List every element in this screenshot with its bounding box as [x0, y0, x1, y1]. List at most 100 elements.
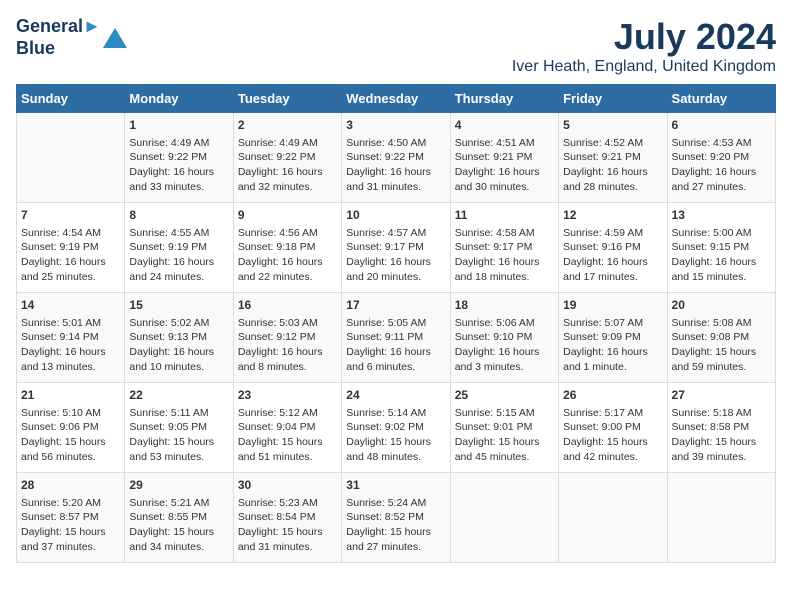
day-info: Sunrise: 5:03 AM Sunset: 9:12 PM Dayligh… [238, 316, 337, 375]
day-info: Sunrise: 5:20 AM Sunset: 8:57 PM Dayligh… [21, 496, 120, 555]
day-info: Sunrise: 4:56 AM Sunset: 9:18 PM Dayligh… [238, 226, 337, 285]
calendar-cell: 26 Sunrise: 5:17 AM Sunset: 9:00 PM Dayli… [559, 383, 667, 473]
calendar-cell: 23 Sunrise: 5:12 AM Sunset: 9:04 PM Dayli… [233, 383, 341, 473]
day-number: 26 [563, 387, 662, 404]
day-info: Sunrise: 5:00 AM Sunset: 9:15 PM Dayligh… [672, 226, 771, 285]
day-number: 9 [238, 207, 337, 224]
day-number: 2 [238, 117, 337, 134]
day-number: 23 [238, 387, 337, 404]
week-row-3: 14Sunrise: 5:01 AM Sunset: 9:14 PM Dayli… [17, 293, 776, 383]
week-row-1: 1 Sunrise: 4:49 AM Sunset: 9:22 PM Daylig… [17, 113, 776, 203]
day-number: 12 [563, 207, 662, 224]
day-info: Sunrise: 4:49 AM Sunset: 9:22 PM Dayligh… [238, 136, 337, 195]
day-info: Sunrise: 5:14 AM Sunset: 9:02 PM Dayligh… [346, 406, 445, 465]
day-info: Sunrise: 5:12 AM Sunset: 9:04 PM Dayligh… [238, 406, 337, 465]
day-info: Sunrise: 4:50 AM Sunset: 9:22 PM Dayligh… [346, 136, 445, 195]
day-number: 7 [21, 207, 120, 224]
day-number: 31 [346, 477, 445, 494]
day-info: Sunrise: 4:53 AM Sunset: 9:20 PM Dayligh… [672, 136, 771, 195]
day-info: Sunrise: 4:49 AM Sunset: 9:22 PM Dayligh… [129, 136, 228, 195]
day-info: Sunrise: 5:02 AM Sunset: 9:13 PM Dayligh… [129, 316, 228, 375]
calendar-cell: 27 Sunrise: 5:18 AM Sunset: 8:58 PM Dayli… [667, 383, 775, 473]
calendar-cell: 21Sunrise: 5:10 AM Sunset: 9:06 PM Dayli… [17, 383, 125, 473]
header-cell-friday: Friday [559, 85, 667, 113]
day-number: 30 [238, 477, 337, 494]
day-number: 27 [672, 387, 771, 404]
week-row-4: 21Sunrise: 5:10 AM Sunset: 9:06 PM Dayli… [17, 383, 776, 473]
calendar-cell: 19Sunrise: 5:07 AM Sunset: 9:09 PM Dayli… [559, 293, 667, 383]
logo-icon [103, 28, 127, 48]
calendar-cell: 16 Sunrise: 5:03 AM Sunset: 9:12 PM Dayli… [233, 293, 341, 383]
header-cell-saturday: Saturday [667, 85, 775, 113]
calendar-cell: 4 Sunrise: 4:51 AM Sunset: 9:21 PM Daylig… [450, 113, 558, 203]
calendar-cell: 25 Sunrise: 5:15 AM Sunset: 9:01 PM Dayli… [450, 383, 558, 473]
day-info: Sunrise: 4:55 AM Sunset: 9:19 PM Dayligh… [129, 226, 228, 285]
calendar-cell: 1 Sunrise: 4:49 AM Sunset: 9:22 PM Daylig… [125, 113, 233, 203]
day-number: 16 [238, 297, 337, 314]
day-number: 3 [346, 117, 445, 134]
calendar-cell: 13 Sunrise: 5:00 AM Sunset: 9:15 PM Dayli… [667, 203, 775, 293]
calendar-cell [17, 113, 125, 203]
day-info: Sunrise: 5:24 AM Sunset: 8:52 PM Dayligh… [346, 496, 445, 555]
calendar-cell: 6Sunrise: 4:53 AM Sunset: 9:20 PM Daylig… [667, 113, 775, 203]
day-number: 11 [455, 207, 554, 224]
day-number: 25 [455, 387, 554, 404]
day-info: Sunrise: 5:11 AM Sunset: 9:05 PM Dayligh… [129, 406, 228, 465]
calendar-cell: 11 Sunrise: 4:58 AM Sunset: 9:17 PM Dayli… [450, 203, 558, 293]
calendar-cell: 15 Sunrise: 5:02 AM Sunset: 9:13 PM Dayli… [125, 293, 233, 383]
calendar-cell [559, 473, 667, 563]
day-number: 15 [129, 297, 228, 314]
header-row: SundayMondayTuesdayWednesdayThursdayFrid… [17, 85, 776, 113]
day-info: Sunrise: 4:59 AM Sunset: 9:16 PM Dayligh… [563, 226, 662, 285]
calendar-cell: 29Sunrise: 5:21 AM Sunset: 8:55 PM Dayli… [125, 473, 233, 563]
week-row-5: 28 Sunrise: 5:20 AM Sunset: 8:57 PM Dayli… [17, 473, 776, 563]
day-info: Sunrise: 4:57 AM Sunset: 9:17 PM Dayligh… [346, 226, 445, 285]
day-number: 13 [672, 207, 771, 224]
day-info: Sunrise: 4:51 AM Sunset: 9:21 PM Dayligh… [455, 136, 554, 195]
day-info: Sunrise: 5:05 AM Sunset: 9:11 PM Dayligh… [346, 316, 445, 375]
day-info: Sunrise: 5:17 AM Sunset: 9:00 PM Dayligh… [563, 406, 662, 465]
day-info: Sunrise: 5:21 AM Sunset: 8:55 PM Dayligh… [129, 496, 228, 555]
calendar-table: SundayMondayTuesdayWednesdayThursdayFrid… [16, 84, 776, 563]
header-cell-sunday: Sunday [17, 85, 125, 113]
header-cell-monday: Monday [125, 85, 233, 113]
day-number: 14 [21, 297, 120, 314]
day-number: 4 [455, 117, 554, 134]
day-number: 19 [563, 297, 662, 314]
calendar-cell: 31 Sunrise: 5:24 AM Sunset: 8:52 PM Dayli… [342, 473, 450, 563]
day-number: 1 [129, 117, 228, 134]
subtitle: Iver Heath, England, United Kingdom [512, 58, 776, 76]
day-number: 28 [21, 477, 120, 494]
calendar-cell: 30 Sunrise: 5:23 AM Sunset: 8:54 PM Dayli… [233, 473, 341, 563]
header-cell-tuesday: Tuesday [233, 85, 341, 113]
calendar-cell: 18 Sunrise: 5:06 AM Sunset: 9:10 PM Dayli… [450, 293, 558, 383]
week-row-2: 7Sunrise: 4:54 AM Sunset: 9:19 PM Daylig… [17, 203, 776, 293]
header: General►Blue July 2024 Iver Heath, Engla… [16, 16, 776, 76]
calendar-cell: 9 Sunrise: 4:56 AM Sunset: 9:18 PM Daylig… [233, 203, 341, 293]
day-info: Sunrise: 5:15 AM Sunset: 9:01 PM Dayligh… [455, 406, 554, 465]
day-info: Sunrise: 5:23 AM Sunset: 8:54 PM Dayligh… [238, 496, 337, 555]
day-info: Sunrise: 4:52 AM Sunset: 9:21 PM Dayligh… [563, 136, 662, 195]
calendar-cell: 8 Sunrise: 4:55 AM Sunset: 9:19 PM Daylig… [125, 203, 233, 293]
calendar-cell: 3 Sunrise: 4:50 AM Sunset: 9:22 PM Daylig… [342, 113, 450, 203]
day-number: 10 [346, 207, 445, 224]
header-cell-wednesday: Wednesday [342, 85, 450, 113]
day-info: Sunrise: 4:58 AM Sunset: 9:17 PM Dayligh… [455, 226, 554, 285]
day-info: Sunrise: 5:06 AM Sunset: 9:10 PM Dayligh… [455, 316, 554, 375]
header-cell-thursday: Thursday [450, 85, 558, 113]
calendar-cell: 28 Sunrise: 5:20 AM Sunset: 8:57 PM Dayli… [17, 473, 125, 563]
day-info: Sunrise: 5:18 AM Sunset: 8:58 PM Dayligh… [672, 406, 771, 465]
day-number: 17 [346, 297, 445, 314]
calendar-cell [450, 473, 558, 563]
title-section: July 2024 Iver Heath, England, United Ki… [512, 16, 776, 76]
day-number: 18 [455, 297, 554, 314]
main-title: July 2024 [512, 16, 776, 58]
day-number: 20 [672, 297, 771, 314]
calendar-cell: 17 Sunrise: 5:05 AM Sunset: 9:11 PM Dayli… [342, 293, 450, 383]
calendar-cell: 5Sunrise: 4:52 AM Sunset: 9:21 PM Daylig… [559, 113, 667, 203]
day-number: 24 [346, 387, 445, 404]
day-number: 8 [129, 207, 228, 224]
logo-text: General►Blue [16, 16, 101, 59]
day-number: 21 [21, 387, 120, 404]
calendar-cell: 10 Sunrise: 4:57 AM Sunset: 9:17 PM Dayli… [342, 203, 450, 293]
